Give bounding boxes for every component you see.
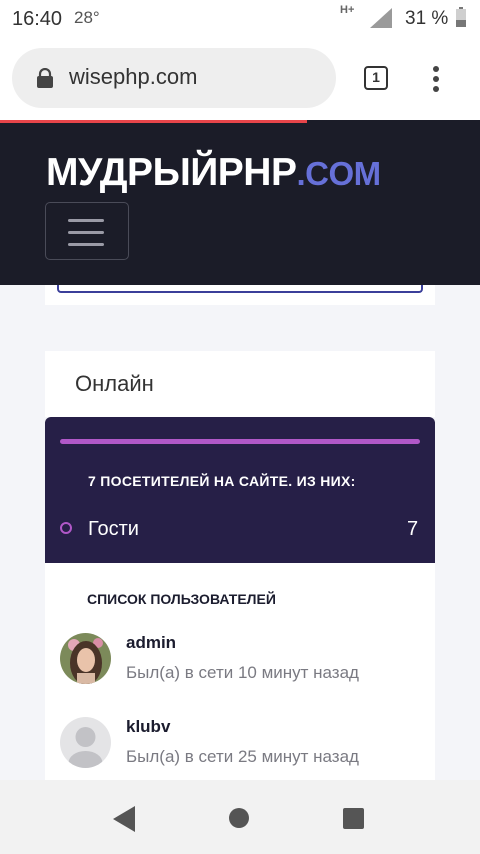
online-stats-panel: 7 ПОСЕТИТЕЛЕЙ НА САЙТЕ. ИЗ НИХ: Гости 7 bbox=[45, 417, 435, 563]
signal-icon bbox=[370, 8, 392, 28]
hamburger-line bbox=[68, 243, 104, 246]
guests-label: Гости bbox=[88, 518, 139, 540]
more-menu-icon[interactable] bbox=[433, 66, 441, 92]
guest-bullet-icon bbox=[60, 522, 72, 534]
back-icon[interactable] bbox=[113, 806, 135, 832]
user-name[interactable]: admin bbox=[126, 633, 176, 653]
hamburger-line bbox=[68, 231, 104, 234]
address-bar[interactable]: wisephp.com bbox=[12, 48, 336, 108]
list-item[interactable]: admin Был(а) в сети 10 минут назад bbox=[60, 633, 430, 693]
user-last-seen: Был(а) в сети 25 минут назад bbox=[126, 747, 359, 766]
avatar[interactable] bbox=[60, 717, 111, 768]
recent-apps-icon[interactable] bbox=[343, 808, 364, 829]
users-list-card: СПИСОК ПОЛЬЗОВАТЕЛЕЙ admin Был(а) в сети… bbox=[45, 563, 435, 780]
browser-toolbar: wisephp.com 1 bbox=[0, 38, 480, 120]
home-icon[interactable] bbox=[229, 808, 249, 828]
site-logo[interactable]: МУДРЫЙPHP.COM bbox=[46, 151, 381, 195]
status-time: 16:40 bbox=[12, 8, 63, 30]
guests-count: 7 bbox=[407, 518, 419, 540]
avatar[interactable] bbox=[60, 633, 111, 684]
network-type: H+ bbox=[340, 4, 355, 16]
status-temperature: 28° bbox=[74, 8, 100, 27]
menu-toggle-button[interactable] bbox=[45, 202, 129, 260]
visitors-heading: 7 ПОСЕТИТЕЛЕЙ НА САЙТЕ. ИЗ НИХ: bbox=[88, 473, 356, 489]
url-text: wisephp.com bbox=[69, 64, 198, 89]
battery-icon bbox=[456, 7, 466, 27]
lock-icon bbox=[37, 68, 53, 88]
search-input[interactable] bbox=[57, 285, 423, 293]
user-last-seen: Был(а) в сети 10 минут назад bbox=[126, 663, 359, 682]
site-header: МУДРЫЙPHP.COM bbox=[0, 123, 480, 285]
panel-accent-line bbox=[60, 439, 420, 444]
logo-main-text: МУДРЫЙPHP bbox=[46, 151, 297, 194]
battery-percent: 31 % bbox=[405, 8, 449, 29]
previous-widget bbox=[45, 285, 435, 305]
online-widget-title: Онлайн bbox=[75, 371, 154, 396]
list-item[interactable]: klubv Был(а) в сети 25 минут назад bbox=[60, 717, 430, 777]
online-widget-header: Онлайн bbox=[45, 351, 435, 417]
users-list-heading: СПИСОК ПОЛЬЗОВАТЕЛЕЙ bbox=[87, 591, 276, 607]
tabs-icon[interactable]: 1 bbox=[364, 66, 388, 90]
user-name[interactable]: klubv bbox=[126, 717, 170, 737]
logo-domain-text: .COM bbox=[296, 155, 381, 192]
system-nav-bar bbox=[0, 780, 480, 854]
hamburger-line bbox=[68, 219, 104, 222]
status-bar: 16:40 28° H+ 31 % bbox=[0, 0, 480, 38]
